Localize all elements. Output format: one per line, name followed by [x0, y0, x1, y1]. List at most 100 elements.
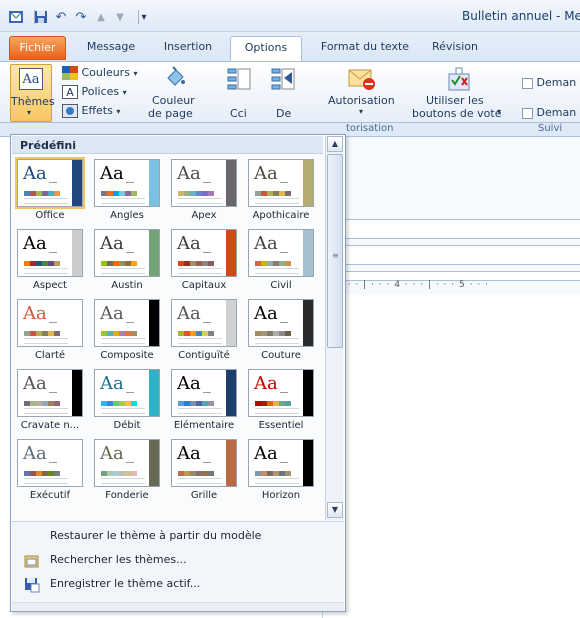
theme-label: Horizon	[261, 490, 301, 501]
theme-preview-line	[49, 462, 57, 463]
theme-label: Cravate n...	[20, 420, 80, 431]
theme-preview-line	[126, 182, 134, 183]
gallery-scrollbar[interactable]: ▲ ≡ ▼	[325, 136, 343, 520]
theme-accent-bar	[226, 440, 236, 486]
color-swatch	[208, 471, 214, 476]
chevron-down-icon: ▾	[497, 107, 502, 116]
color-swatch	[208, 331, 214, 336]
de-icon	[270, 66, 296, 92]
theme-preview-line	[126, 322, 134, 323]
colors-icon	[62, 66, 78, 80]
theme-color-swatches	[101, 191, 137, 196]
de-label: De	[276, 107, 292, 120]
effects-button[interactable]: Effets ▾	[62, 104, 120, 118]
request-label-1: Deman	[536, 76, 577, 89]
authorisation-icon	[348, 66, 376, 92]
theme-thumbnail[interactable]: Aa	[171, 299, 237, 347]
theme-thumbnail[interactable]: Aa	[17, 439, 83, 487]
theme-preview-lines	[101, 478, 145, 484]
theme-thumbnail[interactable]: Aa	[17, 299, 83, 347]
theme-thumbnail[interactable]: Aa	[248, 299, 314, 347]
header-field[interactable]	[322, 219, 580, 239]
vote-icon	[446, 66, 472, 92]
page-color-label-2: de page	[148, 107, 193, 120]
scroll-up-icon[interactable]: ▲	[327, 136, 343, 152]
theme-thumbnail[interactable]: Aa	[94, 159, 160, 207]
save-theme-label: Enregistrer le thème actif...	[50, 577, 201, 590]
theme-accent-bar	[72, 230, 82, 276]
color-swatch	[131, 331, 137, 336]
header-field[interactable]	[322, 245, 580, 265]
resize-grip[interactable]	[12, 602, 344, 611]
theme-thumbnail[interactable]: Aa	[17, 159, 83, 207]
theme-preview-text: Aa	[254, 443, 278, 464]
theme-preview-line	[280, 392, 288, 393]
theme-thumbnail[interactable]: Aa	[94, 299, 160, 347]
message-body[interactable]	[322, 294, 580, 618]
up-arrow-icon[interactable]: ▲	[93, 9, 109, 25]
theme-accent-bar	[303, 440, 313, 486]
gallery-menu: Restaurer le thème à partir du modèle Re…	[12, 521, 344, 611]
customize-qat-icon[interactable]: ▾	[136, 9, 152, 25]
theme-label: Angles	[110, 210, 144, 221]
theme-label: Clarté	[34, 350, 66, 361]
theme-thumbnail[interactable]: Aa	[248, 159, 314, 207]
save-icon[interactable]	[33, 9, 49, 25]
theme-thumbnail[interactable]: Aa	[248, 369, 314, 417]
theme-preview-text: Aa	[23, 303, 47, 324]
page-color-button[interactable]: Couleur de page	[146, 64, 202, 122]
scroll-down-icon[interactable]: ▼	[327, 502, 343, 518]
theme-preview-lines	[24, 338, 68, 344]
theme-preview-lines	[178, 478, 222, 484]
theme-color-swatches	[101, 331, 137, 336]
request-checkbox-1[interactable]: Deman	[522, 76, 576, 89]
theme-preview-line	[280, 322, 288, 323]
undo-icon[interactable]: ↶	[53, 9, 69, 25]
theme-label: Apex	[191, 210, 217, 221]
theme-thumbnail[interactable]: Aa	[17, 369, 83, 417]
tab-options[interactable]: Options	[230, 36, 302, 62]
theme-thumbnail[interactable]: Aa	[248, 229, 314, 277]
cci-button[interactable]: Cci	[222, 64, 258, 122]
redo-icon[interactable]: ↷	[73, 9, 89, 25]
theme-thumbnail[interactable]: Aa	[94, 229, 160, 277]
theme-accent-bar	[149, 160, 159, 206]
color-swatch	[131, 401, 137, 406]
tab-revision[interactable]: Révision	[425, 36, 485, 60]
theme-thumbnail[interactable]: Aa	[171, 369, 237, 417]
theme-preview-text: Aa	[177, 233, 201, 254]
theme-preview-lines	[255, 478, 299, 484]
theme-color-swatches	[255, 331, 291, 336]
colors-button[interactable]: Couleurs ▾	[62, 66, 137, 80]
theme-preview-line	[280, 252, 288, 253]
scroll-thumb[interactable]: ≡	[327, 154, 343, 348]
fonts-label: Polices	[81, 85, 120, 98]
theme-thumbnail[interactable]: Aa	[94, 369, 160, 417]
theme-thumbnail[interactable]: Aa	[171, 439, 237, 487]
save-theme-item[interactable]: Enregistrer le thème actif...	[12, 574, 344, 596]
theme-thumbnail[interactable]: Aa	[171, 159, 237, 207]
theme-preview-line	[126, 252, 134, 253]
tab-insertion[interactable]: Insertion	[152, 36, 224, 60]
theme-thumbnail[interactable]: Aa	[17, 229, 83, 277]
chevron-down-icon: ▾	[122, 88, 127, 97]
de-button[interactable]: De	[266, 64, 302, 122]
vote-buttons-button[interactable]: Utiliser les boutons de vote ▾	[412, 64, 504, 122]
themes-button[interactable]: Aa Thèmes ▾	[10, 64, 55, 122]
tab-message[interactable]: Message	[78, 36, 144, 60]
theme-accent-bar	[226, 370, 236, 416]
theme-accent-bar	[303, 370, 313, 416]
restore-theme-item[interactable]: Restaurer le thème à partir du modèle	[12, 526, 344, 548]
down-arrow-icon[interactable]: ▼	[112, 9, 128, 25]
request-checkbox-2[interactable]: Deman	[522, 106, 576, 119]
theme-preview-text: Aa	[100, 373, 124, 394]
tab-file[interactable]: Fichier	[9, 36, 66, 60]
fonts-button[interactable]: A Polices ▾	[62, 85, 127, 99]
vote-label-1: Utiliser les	[426, 94, 484, 107]
theme-thumbnail[interactable]: Aa	[94, 439, 160, 487]
theme-thumbnail[interactable]: Aa	[248, 439, 314, 487]
theme-thumbnail[interactable]: Aa	[171, 229, 237, 277]
search-themes-item[interactable]: Rechercher les thèmes...	[12, 550, 344, 572]
authorisation-button[interactable]: Autorisation ▾	[326, 64, 400, 122]
tab-format-text[interactable]: Format du texte	[310, 36, 420, 60]
